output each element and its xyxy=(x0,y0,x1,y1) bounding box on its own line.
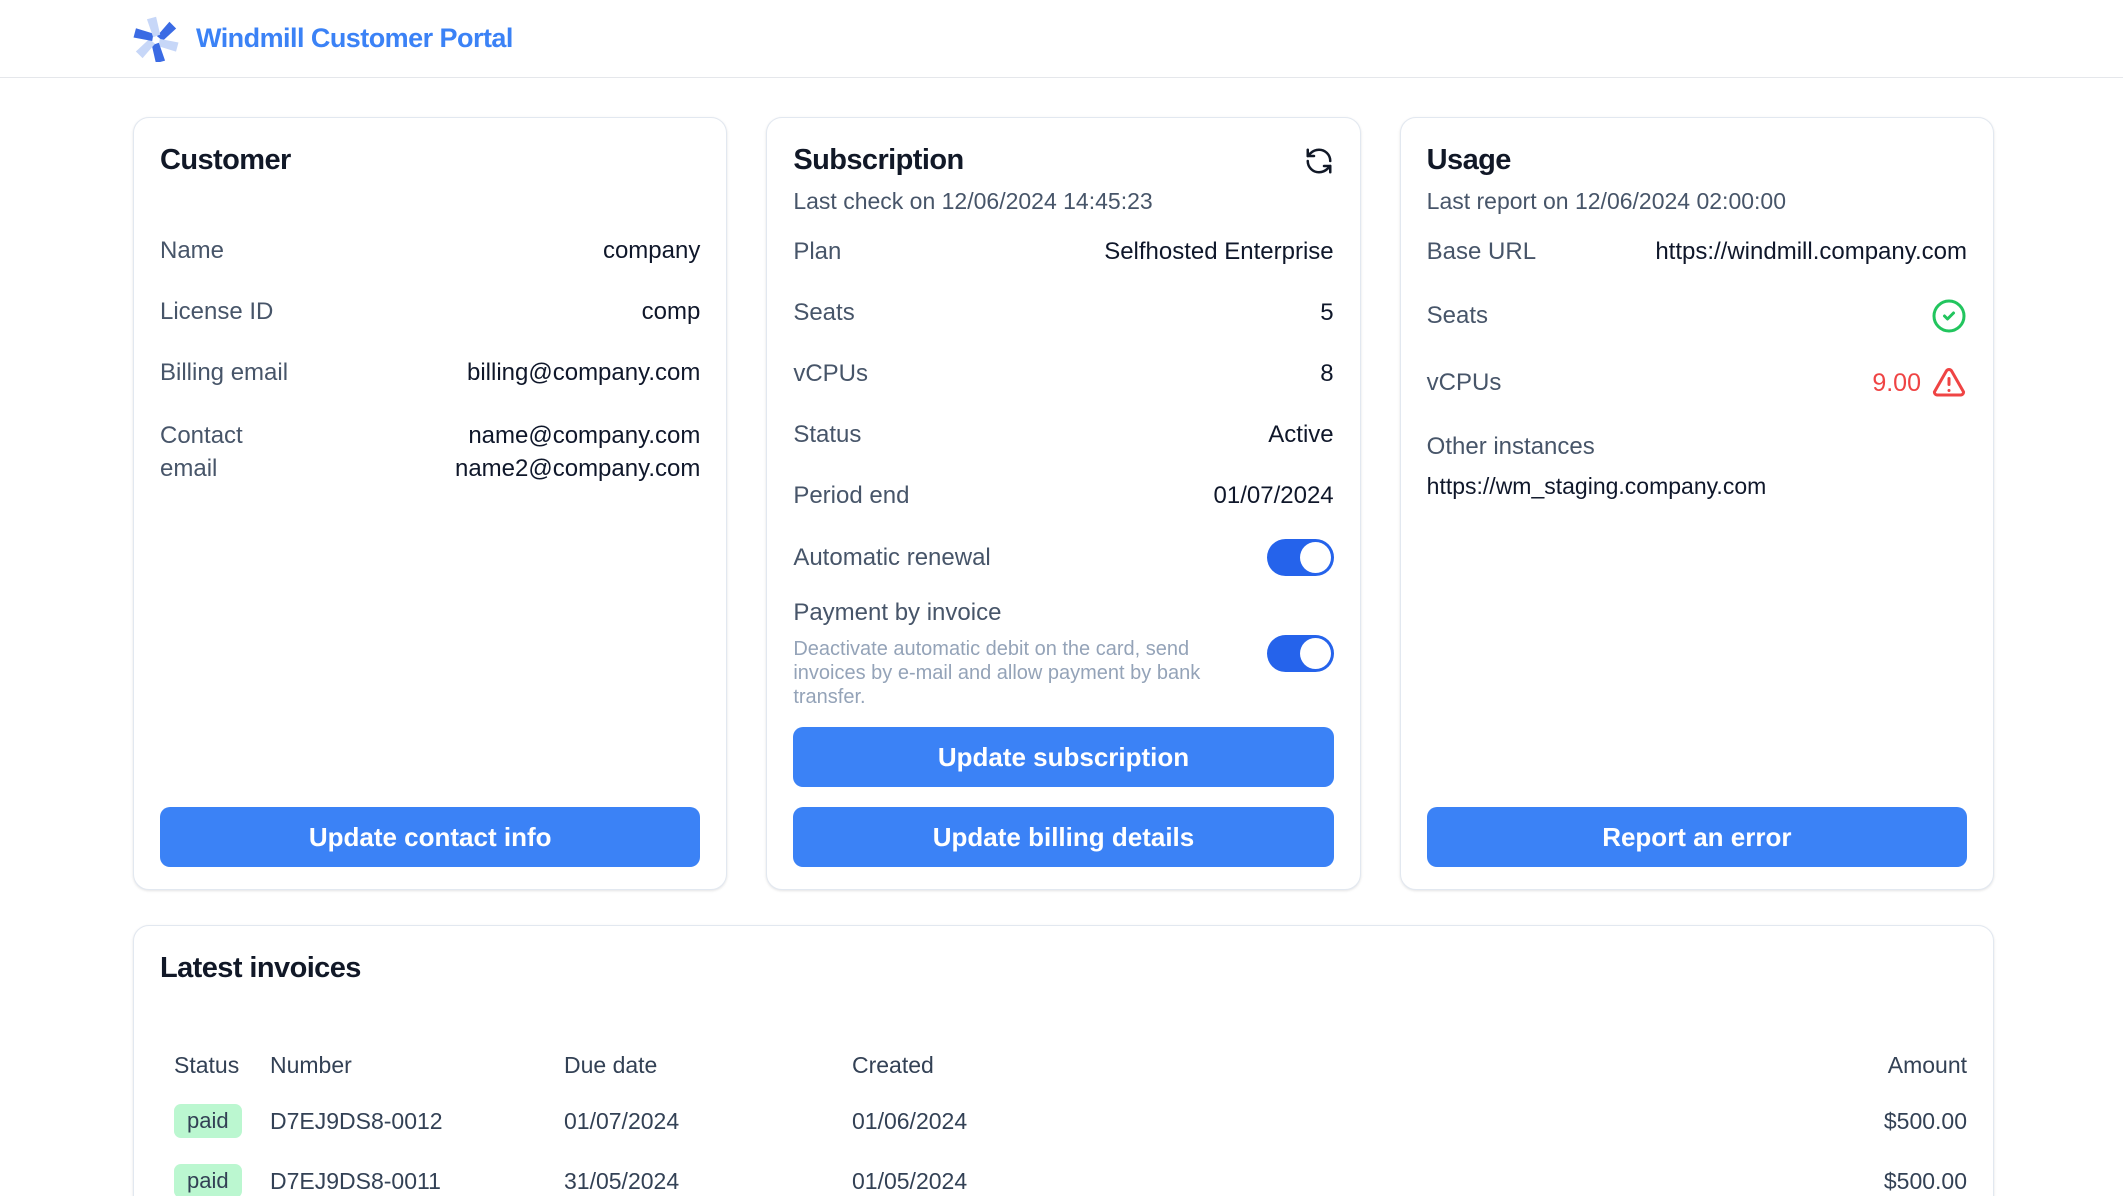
usage-seats-label: Seats xyxy=(1427,301,1488,331)
payment-by-invoice-label: Payment by invoice xyxy=(793,598,1225,628)
billing-email-value: billing@company.com xyxy=(467,358,700,388)
status-row: Status Active xyxy=(793,420,1333,450)
invoices-table: Status Number Due date Created Amount pa… xyxy=(160,1050,1967,1196)
invoices-table-header: Status Number Due date Created Amount xyxy=(174,1050,1967,1080)
latest-invoices-card: Latest invoices Status Number Due date C… xyxy=(133,925,1994,1196)
other-instance-url: https://wm_staging.company.com xyxy=(1427,472,1967,500)
usage-vcpus-status: 9.00 xyxy=(1872,365,1967,401)
payment-by-invoice-row: Payment by invoice Deactivate automatic … xyxy=(793,598,1333,709)
column-number: Number xyxy=(270,1050,564,1080)
contact-email-2: name2@company.com xyxy=(455,455,700,482)
column-created: Created xyxy=(852,1050,1747,1080)
base-url-label: Base URL xyxy=(1427,237,1536,267)
refresh-icon[interactable] xyxy=(1304,146,1334,176)
subscription-rows: Plan Selfhosted Enterprise Seats 5 vCPUs… xyxy=(793,237,1333,511)
app-title: Windmill Customer Portal xyxy=(196,23,513,54)
update-contact-info-button[interactable]: Update contact info xyxy=(160,807,700,867)
status-badge: paid xyxy=(174,1104,242,1138)
status-badge: paid xyxy=(174,1164,242,1196)
invoice-due-date: 31/05/2024 xyxy=(564,1168,852,1195)
invoice-amount: $500.00 xyxy=(1747,1168,1967,1195)
invoice-row: paid D7EJ9DS8-0012 01/07/2024 01/06/2024… xyxy=(174,1102,1967,1140)
update-subscription-button[interactable]: Update subscription xyxy=(793,727,1333,787)
automatic-renewal-label: Automatic renewal xyxy=(793,543,990,573)
automatic-renewal-row: Automatic renewal xyxy=(793,539,1333,576)
payment-by-invoice-toggle[interactable] xyxy=(1267,635,1334,672)
name-label: Name xyxy=(160,236,224,266)
invoice-number: D7EJ9DS8-0011 xyxy=(270,1168,564,1195)
latest-invoices-title: Latest invoices xyxy=(160,950,1967,986)
period-end-row: Period end 01/07/2024 xyxy=(793,481,1333,511)
usage-rows: Base URL https://windmill.company.com Se… xyxy=(1427,237,1967,500)
usage-vcpus-label: vCPUs xyxy=(1427,368,1502,398)
status-label: Status xyxy=(793,420,861,450)
update-billing-details-button[interactable]: Update billing details xyxy=(793,807,1333,867)
status-value: Active xyxy=(1268,420,1333,450)
subscription-card-title: Subscription xyxy=(793,142,963,178)
app-header: Windmill Customer Portal xyxy=(0,0,2123,78)
license-id-value: comp xyxy=(642,297,701,327)
usage-seats-row: Seats xyxy=(1427,298,1967,334)
name-value: company xyxy=(603,236,700,266)
contact-email-label: Contact email xyxy=(160,419,265,485)
customer-card-title: Customer xyxy=(160,142,700,178)
other-instances-block: Other instances https://wm_staging.compa… xyxy=(1427,432,1967,500)
invoice-amount: $500.00 xyxy=(1747,1108,1967,1135)
vcpus-value: 8 xyxy=(1320,359,1333,389)
seats-value: 5 xyxy=(1320,298,1333,328)
invoice-number: D7EJ9DS8-0012 xyxy=(270,1108,564,1135)
customer-name-row: Name company xyxy=(160,236,700,266)
contact-email-row: Contact email name@company.com name2@com… xyxy=(160,419,700,485)
usage-seats-status xyxy=(1931,298,1967,334)
invoice-created: 01/05/2024 xyxy=(852,1168,1747,1195)
seats-row: Seats 5 xyxy=(793,298,1333,328)
windmill-logo-icon xyxy=(133,16,179,62)
plan-value: Selfhosted Enterprise xyxy=(1104,237,1333,267)
summary-cards-row: Customer Name company License ID comp Bi… xyxy=(133,117,1994,890)
main-content: Customer Name company License ID comp Bi… xyxy=(0,117,2123,1196)
automatic-renewal-toggle[interactable] xyxy=(1267,539,1334,576)
report-an-error-button[interactable]: Report an error xyxy=(1427,807,1967,867)
usage-card: Usage Last report on 12/06/2024 02:00:00… xyxy=(1400,117,1994,890)
seats-label: Seats xyxy=(793,298,854,328)
column-due-date: Due date xyxy=(564,1050,852,1080)
period-end-value: 01/07/2024 xyxy=(1214,481,1334,511)
base-url-row: Base URL https://windmill.company.com xyxy=(1427,237,1967,267)
contact-email-value: name@company.com name2@company.com xyxy=(455,419,700,485)
customer-card: Customer Name company License ID comp Bi… xyxy=(133,117,727,890)
vcpus-row: vCPUs 8 xyxy=(793,359,1333,389)
usage-card-title: Usage xyxy=(1427,142,1967,178)
last-report-text: Last report on 12/06/2024 02:00:00 xyxy=(1427,187,1967,215)
payment-by-invoice-description: Deactivate automatic debit on the card, … xyxy=(793,637,1225,709)
subscription-card: Subscription Last check on 12/06/2024 14… xyxy=(766,117,1360,890)
customer-rows: Name company License ID comp Billing ema… xyxy=(160,236,700,485)
base-url-value: https://windmill.company.com xyxy=(1655,237,1967,267)
usage-vcpus-value: 9.00 xyxy=(1872,368,1921,398)
period-end-label: Period end xyxy=(793,481,909,511)
plan-row: Plan Selfhosted Enterprise xyxy=(793,237,1333,267)
invoice-due-date: 01/07/2024 xyxy=(564,1108,852,1135)
invoice-created: 01/06/2024 xyxy=(852,1108,1747,1135)
usage-vcpus-row: vCPUs 9.00 xyxy=(1427,365,1967,401)
triangle-alert-icon xyxy=(1931,365,1967,401)
payment-by-invoice-text: Payment by invoice Deactivate automatic … xyxy=(793,598,1225,709)
invoice-row: paid D7EJ9DS8-0011 31/05/2024 01/05/2024… xyxy=(174,1162,1967,1196)
column-amount: Amount xyxy=(1747,1050,1967,1080)
billing-email-label: Billing email xyxy=(160,358,288,388)
license-id-row: License ID comp xyxy=(160,297,700,327)
plan-label: Plan xyxy=(793,237,841,267)
circle-check-icon xyxy=(1931,298,1967,334)
last-check-text: Last check on 12/06/2024 14:45:23 xyxy=(793,187,1333,215)
column-status: Status xyxy=(174,1050,270,1080)
other-instances-label: Other instances xyxy=(1427,432,1967,462)
license-id-label: License ID xyxy=(160,297,273,327)
billing-email-row: Billing email billing@company.com xyxy=(160,358,700,388)
contact-email-1: name@company.com xyxy=(468,422,700,449)
vcpus-label: vCPUs xyxy=(793,359,868,389)
